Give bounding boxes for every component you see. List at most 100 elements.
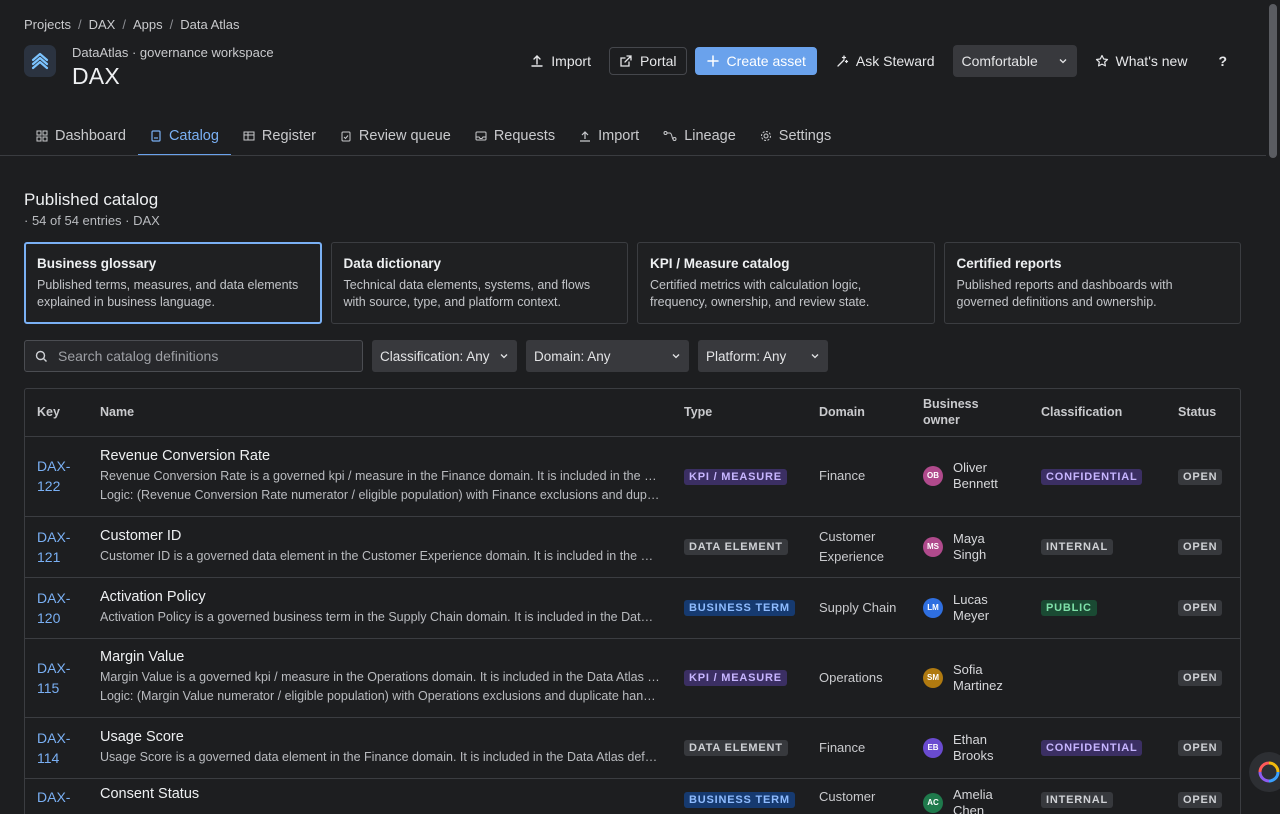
table-row[interactable]: DAX- 120 Activation Policy Activation Pol… xyxy=(25,577,1240,639)
avatar: SM xyxy=(923,667,943,688)
tab-settings[interactable]: Settings xyxy=(748,117,843,155)
breadcrumb-apps[interactable]: Apps xyxy=(133,17,163,32)
platform-filter-label: Platform: Any xyxy=(706,348,787,364)
table-row[interactable]: DAX- 114 Usage Score Usage Score is a gov… xyxy=(25,717,1240,779)
classification-badge: CONFIDENTIAL xyxy=(1041,468,1143,485)
main-tabs: Dashboard Catalog Register Review queue … xyxy=(24,117,1280,156)
breadcrumb-dax[interactable]: DAX xyxy=(89,17,116,32)
row-key-link[interactable]: DAX- 121 xyxy=(37,527,76,567)
classification-filter-label: Classification: Any xyxy=(380,348,490,364)
column-header-key[interactable]: Key xyxy=(25,389,88,437)
type-badge: BUSINESS TERM xyxy=(684,600,795,616)
tab-import[interactable]: Import xyxy=(567,117,651,155)
classification-badge: PUBLIC xyxy=(1041,600,1097,616)
upload-icon xyxy=(580,131,591,142)
row-key-prefix: DAX- xyxy=(37,589,71,606)
row-key-link[interactable]: DAX- 114 xyxy=(37,728,76,768)
type-badge: KPI / MEASURE xyxy=(684,670,787,686)
tab-register[interactable]: Register xyxy=(231,117,328,155)
upload-icon xyxy=(531,55,543,67)
card-business-glossary[interactable]: Business glossary Published terms, measu… xyxy=(24,242,322,324)
status-badge: OPEN xyxy=(1178,670,1223,686)
row-domain: Customer xyxy=(819,788,876,804)
create-asset-button[interactable]: Create asset xyxy=(694,47,817,75)
card-description: Published terms, measures, and data elem… xyxy=(37,278,299,309)
column-header-name[interactable]: Name xyxy=(88,389,672,437)
catalog-subtitle: · 54 of 54 entries · DAX xyxy=(24,213,160,228)
row-description: Usage Score is a governed data element i… xyxy=(100,749,660,764)
row-name[interactable]: Revenue Conversion Rate xyxy=(100,448,660,464)
row-name[interactable]: Usage Score xyxy=(100,729,660,745)
help-button[interactable]: ? xyxy=(1205,47,1240,75)
breadcrumb-separator: / xyxy=(122,17,126,32)
card-kpi-measure-catalog[interactable]: KPI / Measure catalog Certified metrics … xyxy=(637,242,935,324)
column-header-business-owner[interactable]: Business owner xyxy=(911,389,1029,437)
tab-lineage[interactable]: Lineage xyxy=(651,117,748,155)
tab-review-queue[interactable]: Review queue xyxy=(328,117,463,155)
tab-catalog[interactable]: Catalog xyxy=(137,117,231,156)
row-name[interactable]: Customer ID xyxy=(100,528,660,544)
row-key-prefix: DAX- xyxy=(37,659,71,676)
breadcrumb-projects[interactable]: Projects xyxy=(24,17,71,32)
column-header-status[interactable]: Status xyxy=(1166,389,1240,437)
breadcrumb: Projects / DAX / Apps / Data Atlas xyxy=(24,17,239,32)
scrollbar-thumb[interactable] xyxy=(1269,4,1277,158)
table-row[interactable]: DAX- 121 Customer ID Customer ID is a gov… xyxy=(25,516,1240,578)
status-badge: OPEN xyxy=(1178,740,1223,756)
domain-filter[interactable]: Domain: Any xyxy=(526,340,689,372)
owner-last-name: Brooks xyxy=(953,747,994,763)
catalog-view-cards: Business glossary Published terms, measu… xyxy=(24,242,1241,324)
density-select[interactable]: Comfortable xyxy=(952,45,1077,77)
catalog-icon xyxy=(151,130,161,142)
ask-steward-button[interactable]: Ask Steward xyxy=(825,47,945,75)
column-header-type[interactable]: Type xyxy=(672,389,807,437)
page-title: DAX xyxy=(72,63,120,89)
column-header-classification[interactable]: Classification xyxy=(1029,389,1166,437)
card-title: KPI / Measure catalog xyxy=(650,256,790,271)
card-description: Published reports and dashboards with go… xyxy=(956,278,1173,309)
assistant-launcher-button[interactable] xyxy=(1249,752,1280,792)
catalog-table: Key Name Type Domain Business owner Clas… xyxy=(24,388,1241,814)
tab-label: Import xyxy=(598,128,640,144)
tab-requests[interactable]: Requests xyxy=(463,117,567,155)
dashboard-icon xyxy=(36,130,48,142)
row-key-link[interactable]: DAX- xyxy=(37,787,76,807)
row-name[interactable]: Consent Status xyxy=(100,786,660,802)
platform-filter[interactable]: Platform: Any xyxy=(698,340,828,372)
chevron-stack-icon xyxy=(31,52,49,70)
portal-button[interactable]: Portal xyxy=(608,47,687,75)
row-key-link[interactable]: DAX- 115 xyxy=(37,658,76,698)
page-scrollbar[interactable] xyxy=(1266,0,1280,814)
table-row[interactable]: DAX- 115 Margin Value Margin Value is a g… xyxy=(25,638,1240,718)
density-value: Comfortable xyxy=(961,53,1038,69)
column-header-domain[interactable]: Domain xyxy=(807,389,911,437)
tab-dashboard[interactable]: Dashboard xyxy=(24,117,138,155)
help-label: ? xyxy=(1218,53,1227,69)
external-link-icon xyxy=(620,55,632,67)
ask-steward-label: Ask Steward xyxy=(855,53,935,69)
chevron-down-icon xyxy=(500,354,508,359)
whats-new-button[interactable]: What's new xyxy=(1085,47,1198,75)
row-logic: Logic: (Revenue Conversion Rate numerato… xyxy=(100,487,660,502)
card-description: Technical data elements, systems, and fl… xyxy=(343,278,591,309)
import-button[interactable]: Import xyxy=(520,47,601,75)
row-domain: Customer Experience xyxy=(819,528,885,564)
owner-first-name: Oliver xyxy=(953,460,987,475)
row-owner: MS Maya Singh xyxy=(923,531,1017,563)
plus-icon xyxy=(706,55,719,67)
owner-last-name: Singh xyxy=(953,546,987,562)
card-certified-reports[interactable]: Certified reports Published reports and … xyxy=(943,242,1241,324)
card-data-dictionary[interactable]: Data dictionary Technical data elements,… xyxy=(330,242,628,324)
row-name[interactable]: Margin Value xyxy=(100,649,660,665)
table-row[interactable]: DAX- 122 Revenue Conversion Rate Revenue … xyxy=(25,436,1240,517)
breadcrumb-data-atlas[interactable]: Data Atlas xyxy=(180,17,239,32)
row-key-link[interactable]: DAX- 122 xyxy=(37,456,76,496)
row-owner: OB Oliver Bennett xyxy=(923,460,1017,492)
row-name[interactable]: Activation Policy xyxy=(100,589,660,605)
row-description: Margin Value is a governed kpi / measure… xyxy=(100,670,660,684)
row-key-link[interactable]: DAX- 120 xyxy=(37,588,76,628)
search-input[interactable] xyxy=(58,348,328,364)
sparkle-icon xyxy=(837,55,849,67)
table-row[interactable]: DAX- Consent Status BUSINESS TERM Custom… xyxy=(25,778,1240,814)
classification-filter[interactable]: Classification: Any xyxy=(372,340,517,372)
